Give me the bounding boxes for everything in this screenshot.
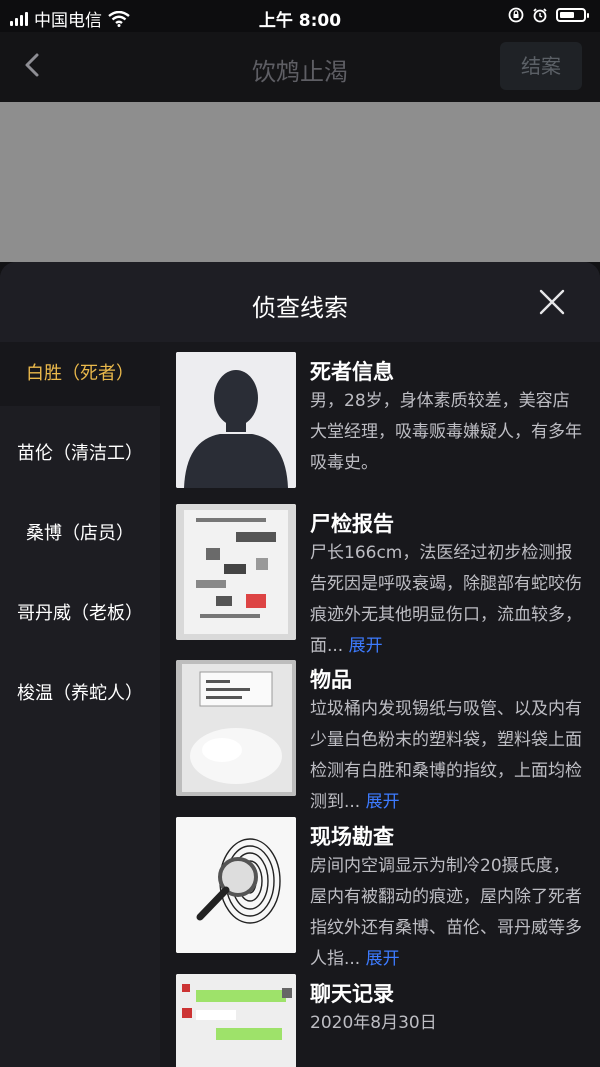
sidebar-item-miaolun[interactable]: 苗伦（清洁工）: [0, 422, 160, 486]
autopsy-report-image: [176, 504, 296, 640]
fingerprint-magnifier-image: [176, 817, 296, 953]
clue-card[interactable]: 现场勘查 房间内空调显示为制冷20摄氏度，屋内有被翻动的痕迹，屋内除了死者指纹外…: [176, 817, 586, 969]
battery-icon: [556, 8, 589, 22]
clue-title: 死者信息: [310, 360, 394, 384]
clue-card[interactable]: 尸检报告 尸长166cm，法医经过初步检测报告死因是呼吸衰竭，除腿部有蛇咬伤痕迹…: [176, 504, 586, 656]
sidebar-item-suowen[interactable]: 梭温（养蛇人）: [0, 662, 160, 726]
clues-sheet: 侦查线索 白胜（死者） 苗伦（清洁工） 桑博（店员） 哥丹威（老板） 梭温（养蛇…: [0, 262, 600, 1067]
sheet-title: 侦查线索: [252, 294, 348, 322]
clue-description: 男，28岁，身体素质较差，美容店大堂经理，吸毒贩毒嫌疑人，有多年吸毒史。: [310, 386, 582, 479]
chat-screenshot-image: [176, 974, 296, 1067]
clue-title: 尸检报告: [310, 512, 394, 536]
clue-text: 2020年8月30日: [310, 1013, 437, 1033]
status-bar: 中国电信 上午 8:00: [0, 0, 600, 32]
alarm-icon: [533, 8, 547, 23]
clue-text: 男，28岁，身体素质较差，美容店大堂经理，吸毒贩毒嫌疑人，有多年吸毒史。: [310, 391, 582, 473]
clue-list: 死者信息 男，28岁，身体素质较差，美容店大堂经理，吸毒贩毒嫌疑人，有多年吸毒史…: [160, 342, 600, 1067]
clue-title: 现场勘查: [310, 825, 394, 849]
expand-link[interactable]: 展开: [366, 792, 400, 812]
sidebar-item-godanwei[interactable]: 哥丹威（老板）: [0, 582, 160, 646]
status-right: [508, 7, 589, 23]
clue-description: 2020年8月30日: [310, 1008, 582, 1039]
sidebar-item-baisheng[interactable]: 白胜（死者）: [0, 342, 160, 406]
sheet-header: 侦查线索: [0, 262, 600, 342]
clue-title: 物品: [310, 668, 352, 692]
clue-description: 房间内空调显示为制冷20摄氏度，屋内有被翻动的痕迹，屋内除了死者指纹外还有桑博、…: [310, 851, 582, 975]
clue-text: 房间内空调显示为制冷20摄氏度，屋内有被翻动的痕迹，屋内除了死者指纹外还有桑博、…: [310, 856, 582, 969]
evidence-bag-image: [176, 660, 296, 796]
nav-bar: 饮鸩止渴 结案: [0, 32, 600, 102]
close-case-button[interactable]: 结案: [500, 42, 582, 90]
close-button[interactable]: [538, 288, 566, 316]
clue-card[interactable]: 物品 垃圾桶内发现锡纸与吸管、以及内有少量白色粉末的塑料袋，塑料袋上面检测有白胜…: [176, 660, 586, 812]
expand-link[interactable]: 展开: [366, 949, 400, 969]
clue-text: 垃圾桶内发现锡纸与吸管、以及内有少量白色粉末的塑料袋，塑料袋上面检测有白胜和桑博…: [310, 699, 582, 812]
clue-description: 垃圾桶内发现锡纸与吸管、以及内有少量白色粉末的塑料袋，塑料袋上面检测有白胜和桑博…: [310, 694, 582, 818]
clue-description: 尸长166cm，法医经过初步检测报告死因是呼吸衰竭，除腿部有蛇咬伤痕迹外无其他明…: [310, 538, 582, 662]
sidebar-item-sangbo[interactable]: 桑博（店员）: [0, 502, 160, 566]
clue-title: 聊天记录: [310, 982, 394, 1006]
person-silhouette-image: [176, 352, 296, 488]
expand-link[interactable]: 展开: [349, 636, 383, 656]
suspect-sidebar: 白胜（死者） 苗伦（清洁工） 桑博（店员） 哥丹威（老板） 梭温（养蛇人）: [0, 342, 160, 1067]
clue-card[interactable]: 死者信息 男，28岁，身体素质较差，美容店大堂经理，吸毒贩毒嫌疑人，有多年吸毒史…: [176, 352, 586, 492]
orientation-lock-icon: [508, 7, 524, 23]
close-icon: [539, 289, 565, 315]
dimmed-backdrop[interactable]: [0, 102, 600, 262]
clue-card[interactable]: 聊天记录 2020年8月30日: [176, 974, 586, 1067]
